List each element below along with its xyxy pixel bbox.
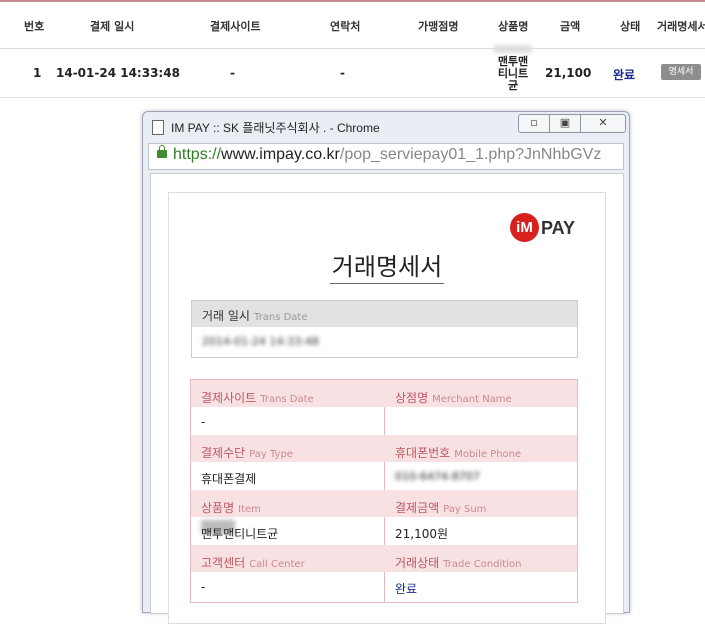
- receipt-button[interactable]: 명세서: [661, 64, 701, 80]
- table-header: 번호 결제 일시 결제사이트 연락처 가맹점명 상품명 금액 상태 거래명세서: [0, 0, 705, 49]
- url-protocol: https://: [173, 146, 222, 163]
- row-no: 1: [33, 66, 42, 80]
- table-row: 1 14-01-24 14:33:48 - - 맨투맨 티니트 균 21,100…: [0, 45, 705, 98]
- window-titlebar[interactable]: IM PAY :: SK 플래닛주식회사 . - Chrome ▫ ▣ ✕: [143, 112, 629, 140]
- field-sub: Trade Condition: [443, 559, 522, 570]
- field-value: -: [201, 415, 206, 429]
- field-value: 완료: [395, 582, 418, 596]
- field-value: 010-6474-8707: [395, 470, 480, 483]
- field-value: -: [201, 580, 206, 594]
- maximize-icon[interactable]: ▣: [550, 115, 581, 132]
- row-site: -: [230, 66, 235, 80]
- row-contact: -: [340, 66, 345, 80]
- row-amount: 21,100: [545, 66, 592, 80]
- field-value: 휴대폰결제: [201, 472, 257, 486]
- lock-icon: [157, 145, 167, 158]
- trans-date-label: 거래 일시: [202, 309, 250, 323]
- field-label: 결제수단: [201, 446, 246, 460]
- field-sub: Call Center: [249, 559, 305, 570]
- details-grid: 결제사이트 Trans Date 상점명 Merchant Name - 결제수단 P…: [190, 379, 578, 603]
- field-sub: Trans Date: [260, 394, 314, 405]
- product-line: 균: [507, 79, 519, 92]
- minimize-icon[interactable]: ▫: [519, 115, 550, 132]
- field-label: 결제금액: [395, 501, 440, 515]
- status-badge: 완료: [613, 68, 636, 82]
- popup-window: IM PAY :: SK 플래닛주식회사 . - Chrome ▫ ▣ ✕ ht…: [142, 111, 630, 624]
- col-merchant: 가맹점명: [418, 20, 459, 33]
- col-no: 번호: [24, 20, 45, 33]
- blurred-product-prefix: [494, 45, 532, 53]
- row-datetime: 14-01-24 14:33:48: [56, 66, 180, 80]
- field-sub: Pay Sum: [443, 504, 487, 515]
- col-datetime: 결제 일시: [90, 20, 135, 33]
- page-title: 거래명세서: [169, 247, 605, 284]
- trans-date-sub: Trans Date: [253, 312, 308, 323]
- row-product: 맨투맨 티니트 균: [495, 56, 531, 92]
- field-label: 거래상태: [395, 556, 440, 570]
- doc-title-text: 거래명세서: [329, 253, 445, 284]
- col-site: 결제사이트: [210, 20, 261, 33]
- trans-date-value: 2014-01-24 14:33:48: [202, 335, 319, 348]
- logo-im: iM: [510, 213, 539, 242]
- col-receipt: 거래명세서: [657, 20, 705, 33]
- window-title: IM PAY :: SK 플래닛주식회사 . - Chrome: [171, 121, 380, 135]
- close-icon[interactable]: ✕: [581, 115, 625, 132]
- field-value: 21,100원: [395, 527, 449, 541]
- field-sub: Pay Type: [249, 449, 293, 460]
- field-label: 결제사이트: [201, 391, 257, 405]
- trans-date-header: 거래 일시 Trans Date: [192, 301, 577, 327]
- url-host: www.impay.co.kr: [221, 146, 340, 163]
- col-contact: 연락처: [330, 20, 361, 33]
- field-value: 맨투맨티니트균: [201, 527, 279, 541]
- field-sub: Item: [238, 504, 261, 515]
- address-bar[interactable]: https://www.impay.co.kr/pop_serviepay01_…: [148, 143, 624, 170]
- url-text[interactable]: https://www.impay.co.kr/pop_serviepay01_…: [173, 146, 601, 164]
- receipt-sheet: iM PAY 거래명세서 거래 일시 Trans Date 2014-01-24 …: [168, 192, 606, 624]
- field-label: 고객센터: [201, 556, 246, 570]
- popup-content: iM PAY 거래명세서 거래 일시 Trans Date 2014-01-24 …: [150, 173, 624, 624]
- field-label: 상품명: [201, 501, 235, 515]
- window-controls: ▫ ▣ ✕: [518, 114, 626, 133]
- logo-pay: PAY: [541, 218, 576, 238]
- col-amount: 금액: [560, 20, 581, 33]
- col-product: 상품명: [498, 20, 529, 33]
- col-status: 상태: [620, 20, 641, 33]
- field-label: 상점명: [395, 391, 429, 405]
- url-path: /pop_serviepay01_1.php?JnNhbGVz: [339, 146, 602, 163]
- field-sub: Merchant Name: [432, 394, 512, 405]
- field-label: 휴대폰번호: [395, 446, 451, 460]
- trans-date-box: 거래 일시 Trans Date 2014-01-24 14:33:48: [191, 300, 578, 358]
- page-icon: [152, 120, 164, 135]
- field-sub: Mobile Phone: [454, 449, 522, 460]
